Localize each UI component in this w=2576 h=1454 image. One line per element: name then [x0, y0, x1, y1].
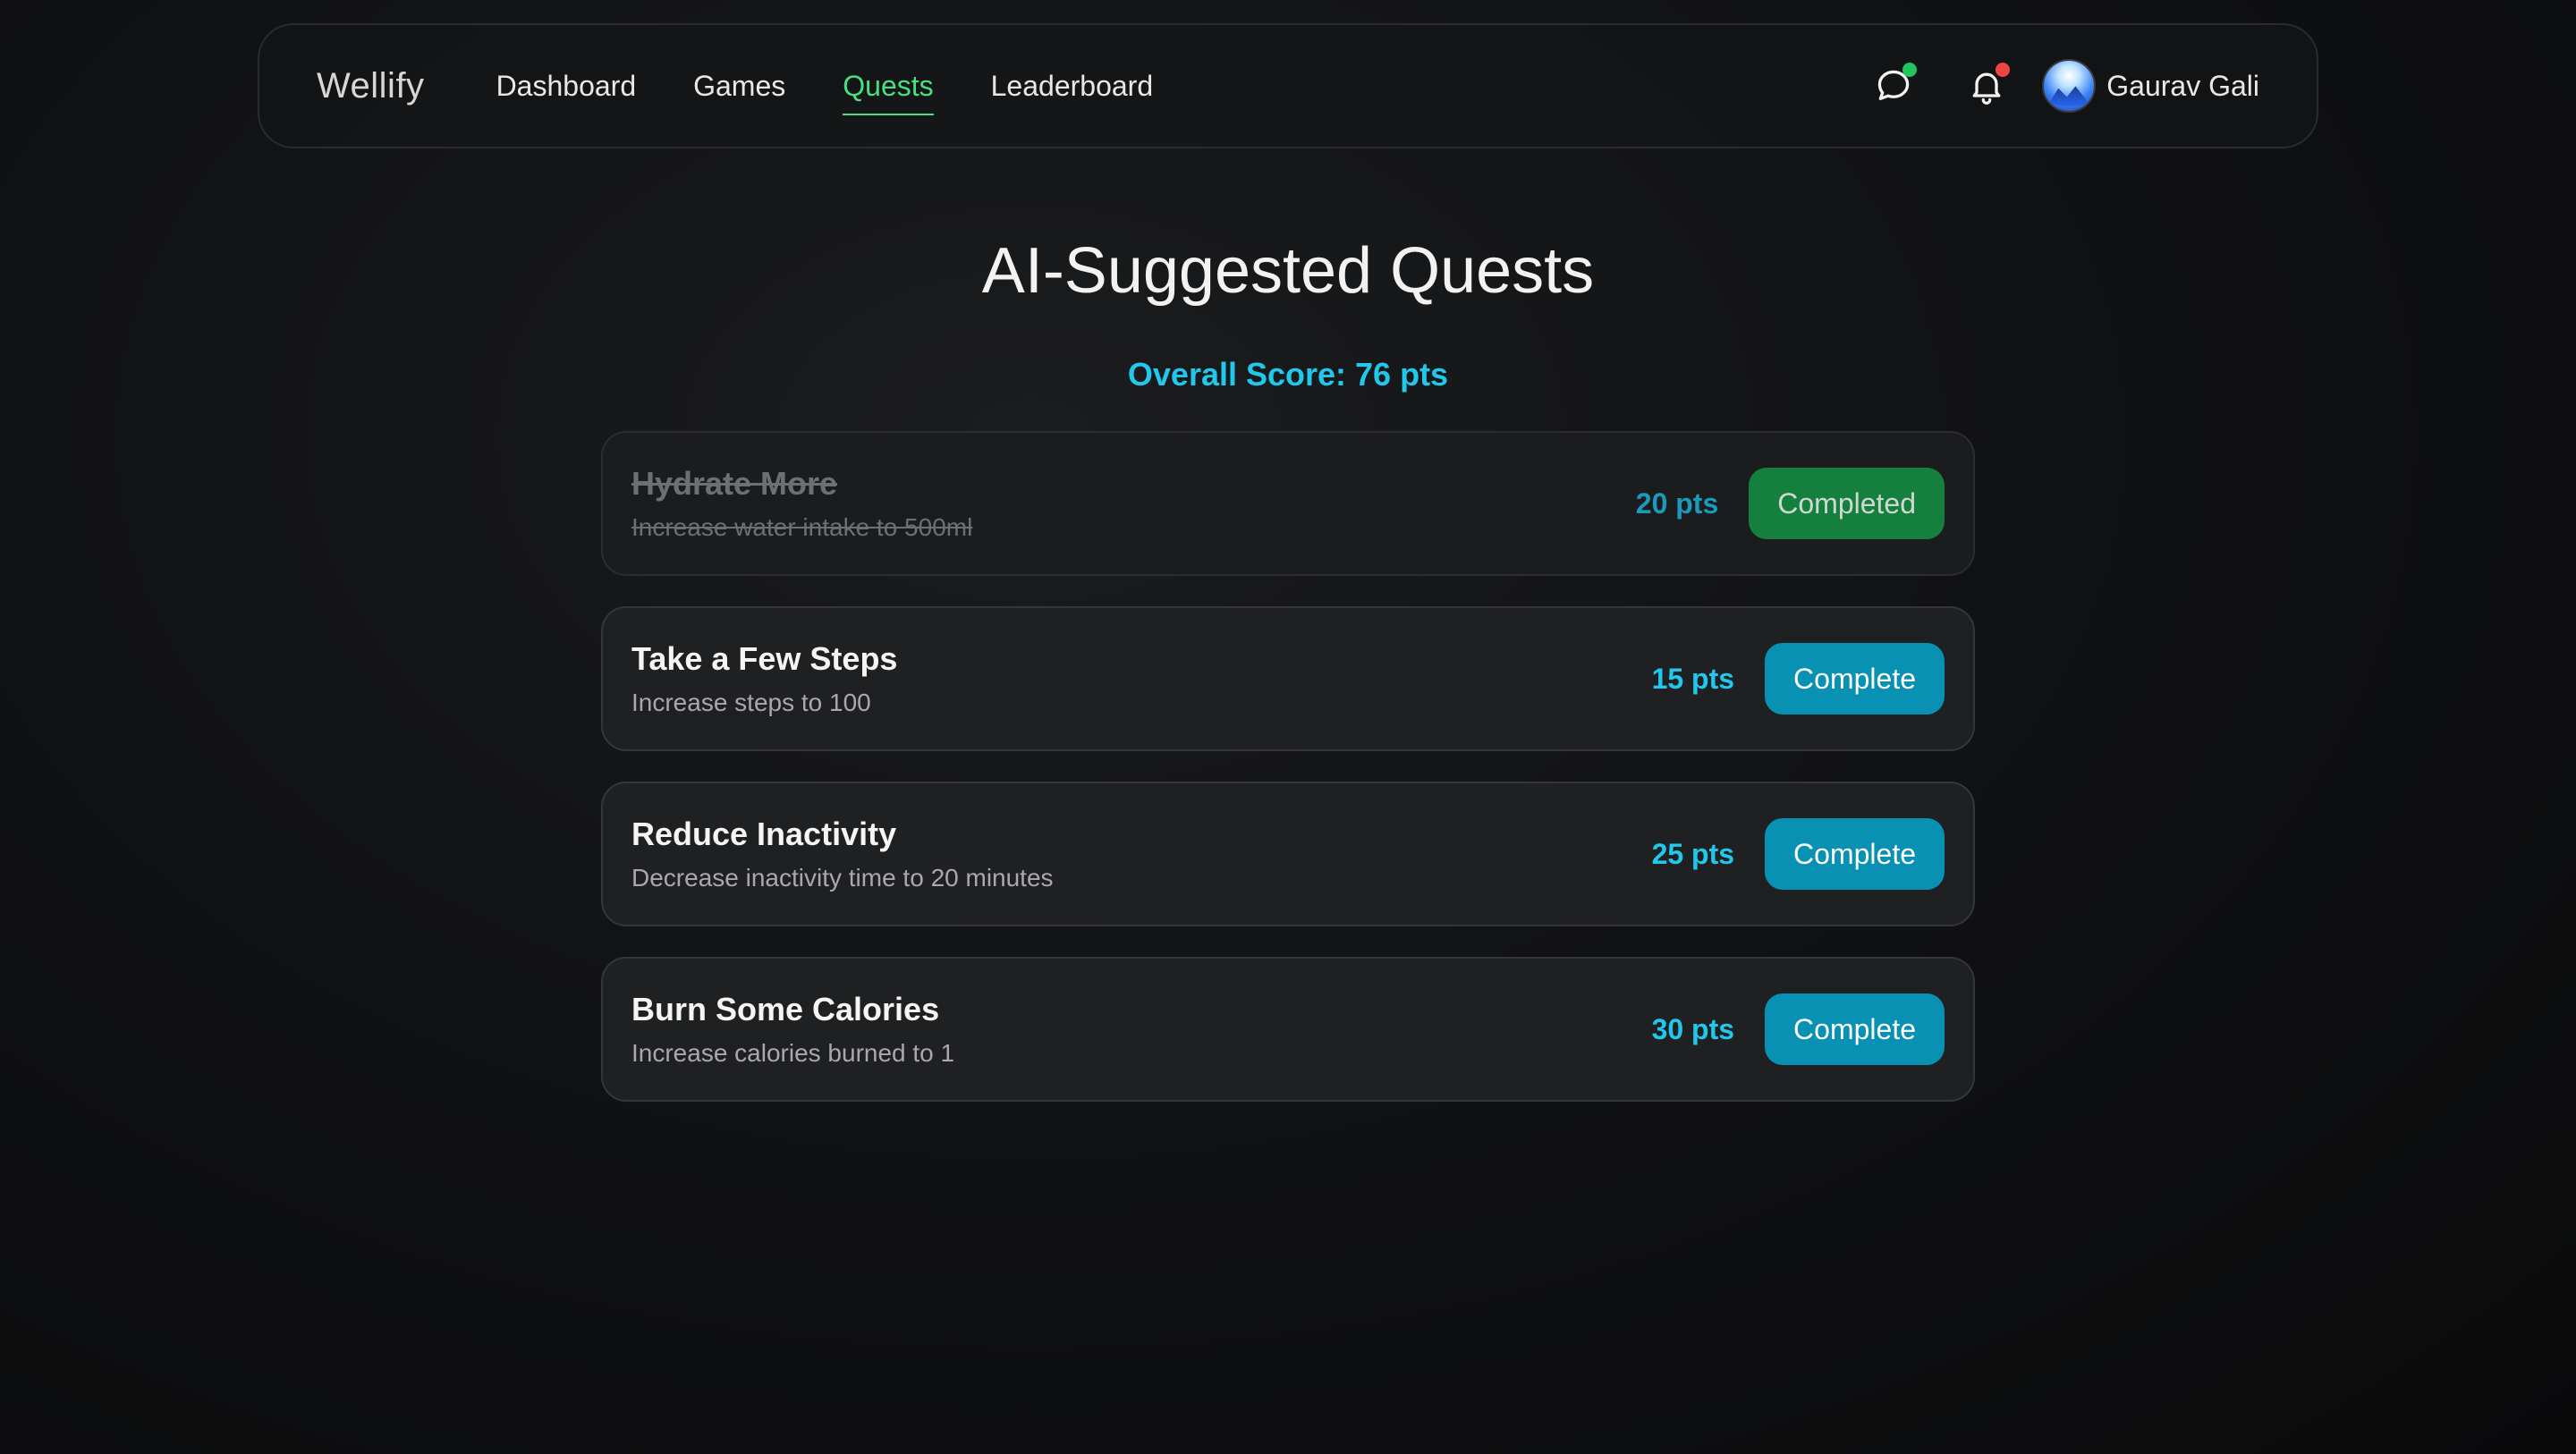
quest-completed-button[interactable]: Completed: [1749, 468, 1945, 539]
chat-unread-indicator: [1902, 63, 1918, 77]
notifications-button[interactable]: [1960, 59, 2013, 113]
user-menu[interactable]: Gaurav Gali: [2042, 59, 2259, 113]
overall-score: Overall Score: 76 pts: [1127, 356, 1449, 393]
quest-card-reduce-inactivity: Reduce Inactivity Decrease inactivity ti…: [601, 782, 1975, 926]
quest-description: Increase calories burned to 1: [631, 1039, 955, 1067]
nav-actions: Gaurav Gali: [1867, 59, 2259, 113]
avatar: [2042, 59, 2097, 113]
quest-card-burn-some-calories: Burn Some Calories Increase calories bur…: [601, 957, 1975, 1102]
quest-description: Decrease inactivity time to 20 minutes: [631, 864, 1054, 892]
quest-description: Increase steps to 100: [631, 689, 871, 716]
nav-link-leaderboard[interactable]: Leaderboard: [991, 64, 1153, 108]
nav-link-quests[interactable]: Quests: [843, 64, 935, 115]
notification-indicator: [1996, 63, 2011, 77]
quest-title: Take a Few Steps: [631, 640, 898, 677]
quest-title: Burn Some Calories: [631, 991, 940, 1027]
quest-description: Increase water intake to 500ml: [631, 513, 973, 541]
chat-button[interactable]: [1867, 59, 1920, 113]
quest-complete-button[interactable]: Complete: [1765, 818, 1945, 890]
brand-logo[interactable]: Wellify: [317, 66, 425, 106]
quest-card-take-a-few-steps: Take a Few Steps Increase steps to 100 1…: [601, 606, 1975, 751]
nav-links: Dashboard Games Quests Leaderboard: [496, 64, 1153, 115]
quest-title: Reduce Inactivity: [631, 816, 897, 852]
quest-points: 20 pts: [1635, 486, 1719, 520]
nav-link-dashboard[interactable]: Dashboard: [496, 64, 637, 108]
nav-link-games[interactable]: Games: [693, 64, 785, 108]
quest-title: Hydrate More: [631, 465, 838, 502]
user-name: Gaurav Gali: [2106, 69, 2259, 102]
quest-complete-button[interactable]: Complete: [1765, 643, 1945, 714]
quest-points: 15 pts: [1651, 662, 1735, 695]
page-title: AI-Suggested Quests: [981, 235, 1595, 307]
quest-card-hydrate-more: Hydrate More Increase water intake to 50…: [601, 431, 1975, 576]
quest-list: Hydrate More Increase water intake to 50…: [601, 431, 1975, 1102]
quest-points: 30 pts: [1651, 1012, 1735, 1045]
quest-complete-button[interactable]: Complete: [1765, 993, 1945, 1065]
quest-points: 25 pts: [1651, 837, 1735, 870]
top-navbar: Wellify Dashboard Games Quests Leaderboa…: [258, 23, 2318, 148]
